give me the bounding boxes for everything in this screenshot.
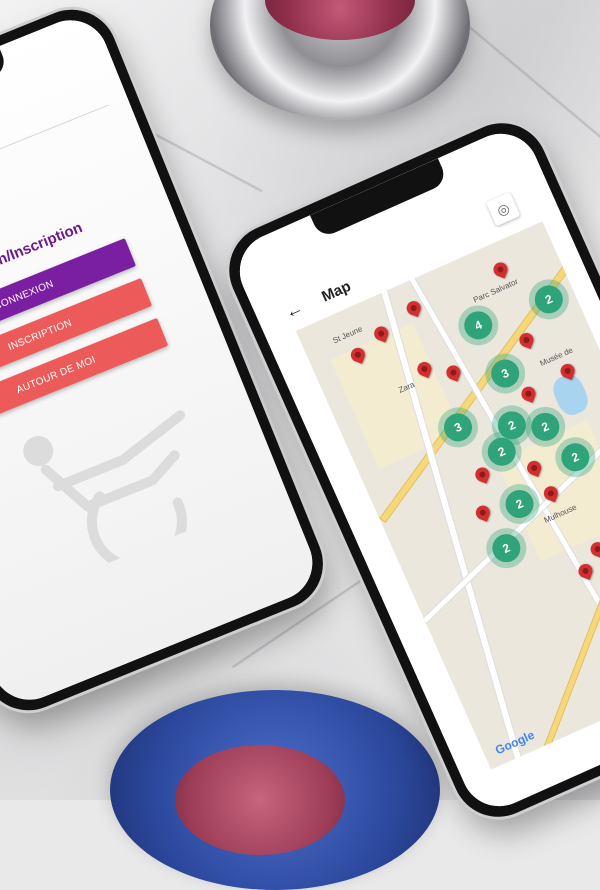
candle-wax-bottom: [175, 745, 345, 855]
arrow-left-icon[interactable]: ←: [282, 297, 307, 324]
map-pin[interactable]: [404, 299, 423, 318]
map-pin[interactable]: [519, 384, 538, 403]
wheelchair-icon: [23, 410, 187, 572]
map-pin[interactable]: [491, 260, 510, 279]
map-cluster[interactable]: 4: [459, 306, 497, 344]
map-label-jeune: St Jeune: [331, 324, 364, 346]
map-title: Map: [318, 277, 354, 306]
map-label-salvator: Parc Salvator: [471, 276, 520, 305]
map-pin[interactable]: [473, 503, 492, 522]
map-pin[interactable]: [588, 540, 600, 559]
map-pin[interactable]: [473, 465, 492, 484]
divider: [0, 104, 109, 218]
map-cluster[interactable]: 3: [486, 355, 524, 393]
map-cluster[interactable]: 2: [487, 529, 525, 567]
